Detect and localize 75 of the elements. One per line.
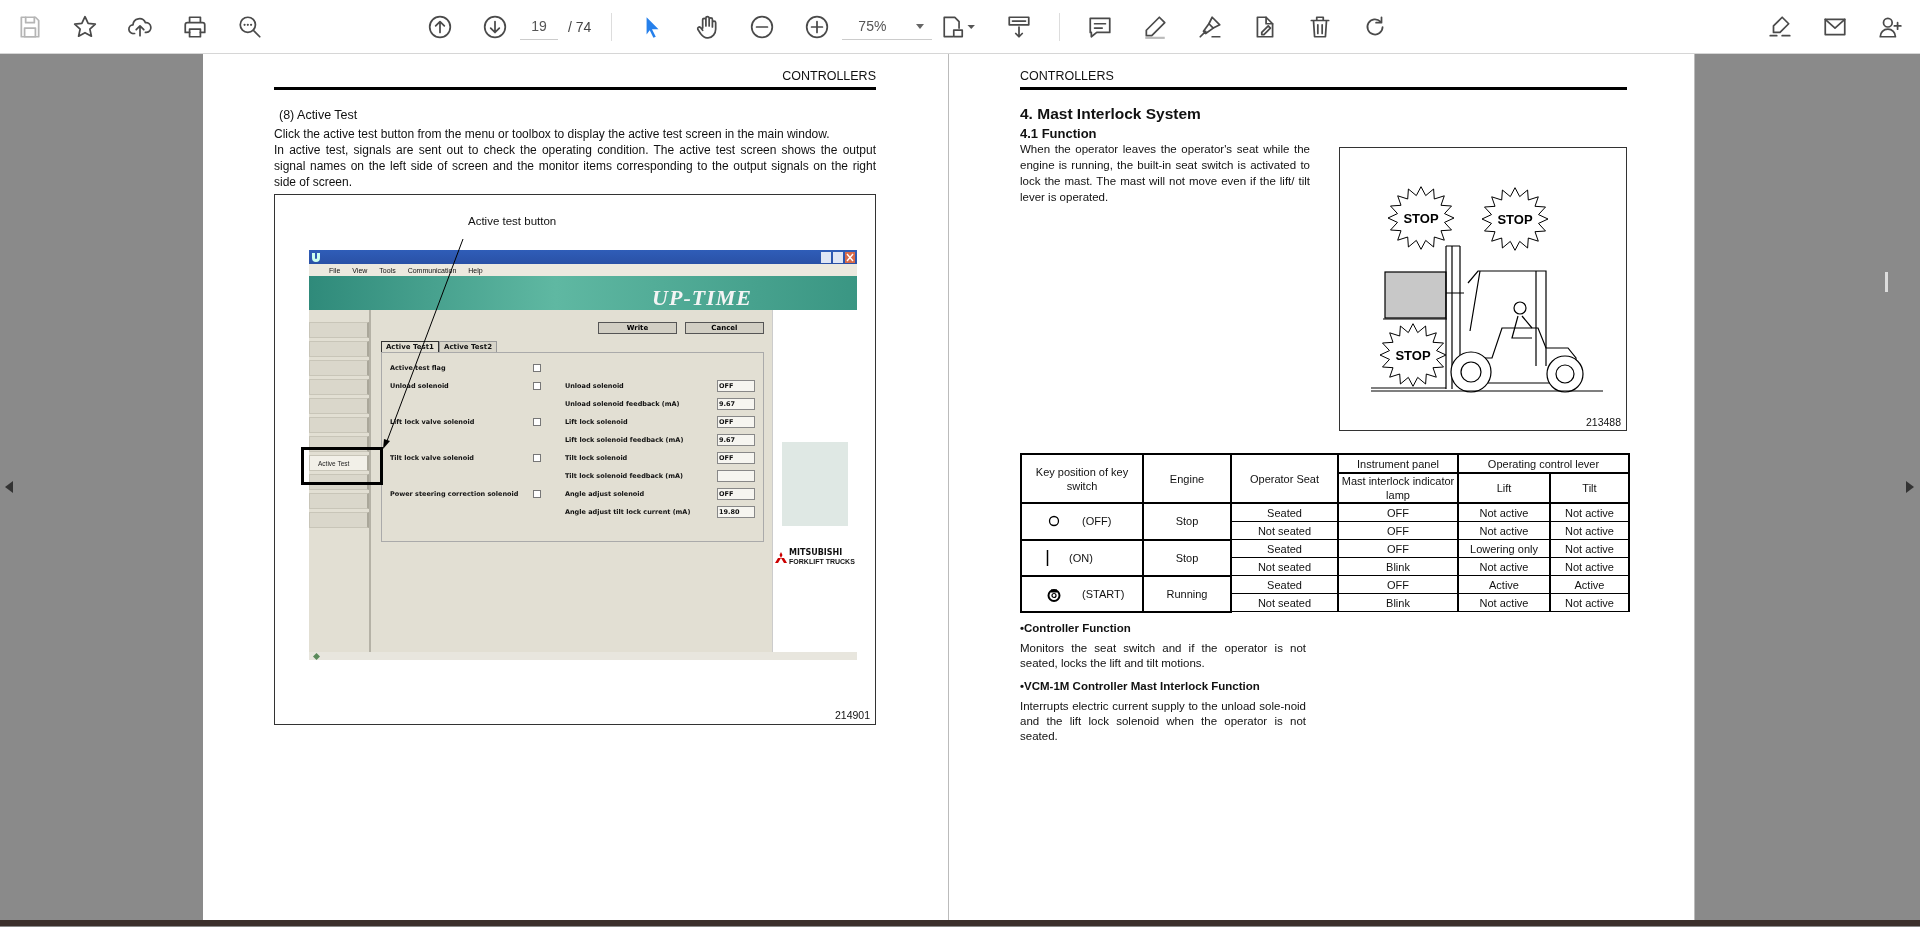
- paragraph: Interrupts electric current supply to the unload sole-noid and the lift lock solenoid when the operator is not seated.: [1020, 698, 1306, 744]
- window-controls-icon[interactable]: [821, 251, 855, 263]
- page-header: CONTROLLERS: [1020, 69, 1115, 85]
- table-cell: Not active: [1458, 557, 1550, 576]
- checkbox[interactable]: [532, 418, 541, 426]
- column-header: Tilt: [1550, 473, 1629, 503]
- checkbox[interactable]: [532, 454, 541, 462]
- page-count: / 74: [568, 18, 592, 35]
- stop-burst: STOP: [1379, 323, 1447, 387]
- table-cell: OFF: [1338, 575, 1458, 594]
- table-cell: Active: [1458, 575, 1550, 594]
- page-header: CONTROLLERS: [781, 69, 876, 85]
- next-page-arrow-icon[interactable]: [1906, 481, 1914, 493]
- table-cell: Seated: [1231, 539, 1338, 558]
- checkbox[interactable]: [532, 382, 541, 390]
- checkbox[interactable]: [532, 364, 541, 372]
- table-cell: Blink: [1338, 593, 1458, 612]
- table-cell: Seated: [1231, 503, 1338, 522]
- diamond-logo-icon: [775, 551, 788, 563]
- table-cell: Not active: [1458, 593, 1550, 612]
- table-cell: OFF: [1338, 503, 1458, 522]
- table-cell: Lowering only: [1458, 539, 1550, 558]
- status-icon: [313, 652, 320, 660]
- section-heading: (8) Active Test: [279, 108, 359, 122]
- column-header: Mast interlock indicator lamp: [1338, 473, 1458, 503]
- table-cell: Not active: [1550, 593, 1629, 612]
- column-header: Instrument panel: [1338, 454, 1458, 473]
- stop-burst: STOP: [1481, 187, 1549, 251]
- table-cell: (ON): [1069, 550, 1093, 565]
- table-cell: OFF: [1338, 521, 1458, 540]
- section-heading: •Controller Function: [1020, 621, 1132, 634]
- paragraph: In active test, signals are sent out to check the operating condition. The active test screen shows the output signal names on the left side of screen and the monitor items corresponding to the output signals on the right side of screen.: [274, 142, 876, 190]
- table-cell: Stop: [1143, 503, 1231, 540]
- app-logo-icon: [311, 252, 321, 262]
- paragraph: Click the active test button from the menu or toolbox to display the active test screen in the main window.: [274, 126, 831, 142]
- banner-title: UP-TIME: [652, 286, 752, 310]
- paragraph: Monitors the seat switch and if the operator is not seated, locks the lift and tilt motions.: [1020, 640, 1306, 671]
- column-header: Engine: [1143, 454, 1231, 503]
- column-header: Lift: [1458, 473, 1550, 503]
- stop-burst: STOP: [1387, 186, 1455, 250]
- value-field: [716, 470, 755, 482]
- column-header: Operating control lever: [1458, 454, 1629, 473]
- table-cell: Blink: [1338, 557, 1458, 576]
- logo-text: MITSUBISHI: [789, 548, 844, 557]
- subsection-title: 4.1 Function: [1020, 126, 1098, 141]
- table-cell: Not active: [1550, 539, 1629, 558]
- section-title: 4. Mast Interlock System: [1020, 105, 1202, 123]
- table-cell: Not seated: [1231, 557, 1338, 576]
- checkbox[interactable]: [532, 490, 541, 498]
- vertical-bar-icon: [1046, 549, 1049, 566]
- caret-icon: [916, 23, 925, 29]
- table-cell: Not active: [1458, 521, 1550, 540]
- table-cell: Not active: [1550, 521, 1629, 540]
- callout-label: Active test button: [468, 215, 557, 227]
- table-cell: Stop: [1143, 539, 1231, 576]
- table-cell: Not seated: [1231, 593, 1338, 612]
- scrollbar-thumb[interactable]: [1885, 272, 1888, 292]
- table-cell: Not active: [1550, 503, 1629, 522]
- table-cell: Not active: [1458, 503, 1550, 522]
- table-cell: Not seated: [1231, 521, 1338, 540]
- table-cell: Running: [1143, 575, 1231, 612]
- zoom-dropdown[interactable]: 75%: [842, 13, 933, 40]
- paragraph: When the operator leaves the operator's seat while the engine is running, the built-in seat switch is activated to lock the mast. The mast will not move even if the lift/ tilt lever is operated.: [1020, 142, 1310, 205]
- column-header: Operator Seat: [1231, 454, 1338, 503]
- table-cell: Seated: [1231, 575, 1338, 594]
- column-header: Key position of key switch: [1021, 454, 1143, 503]
- table-cell: OFF: [1338, 539, 1458, 558]
- figure-number: 213488: [1585, 416, 1621, 428]
- table-cell: Not active: [1550, 557, 1629, 576]
- previous-page-arrow-icon[interactable]: [5, 481, 13, 493]
- table-cell: (START): [1082, 586, 1125, 601]
- section-heading: •VCM-1M Controller Mast Interlock Function: [1020, 679, 1261, 692]
- table-cell: (OFF): [1082, 514, 1112, 529]
- figure-number: 214901: [834, 709, 870, 721]
- table-cell: Active: [1550, 575, 1629, 594]
